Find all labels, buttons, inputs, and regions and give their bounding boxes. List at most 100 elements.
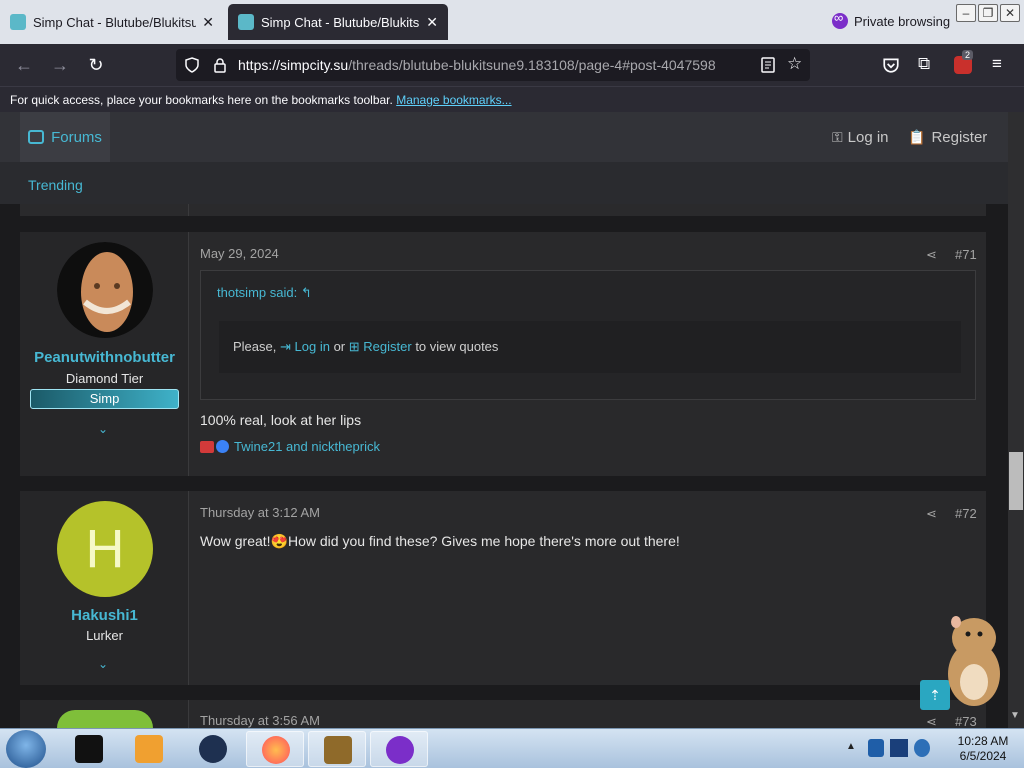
quote-content: Please, ⇥ Log in or ⊞ Register to view q… [219, 321, 961, 373]
post-72: H Hakushi1 Lurker ⌄ Thursday at 3:12 AM … [20, 491, 986, 685]
post-73: Thursday at 3:56 AM ⋖ #73 [20, 700, 986, 729]
user-avatar[interactable] [57, 242, 153, 338]
site-favicon-icon [238, 14, 254, 30]
forums-label: Forums [51, 128, 102, 146]
taskbar-app-media-player[interactable] [120, 731, 178, 767]
username[interactable]: Peanutwithnobutter [20, 349, 189, 366]
user-avatar[interactable] [57, 710, 153, 728]
tab-inactive[interactable]: Simp Chat - Blutube/Blukitsune ✕ [0, 4, 224, 40]
share-icon[interactable]: ⋖ [926, 247, 937, 263]
private-mask-icon [832, 10, 848, 29]
windows-taskbar: ▲ 10:28 AM 6/5/2024 [0, 728, 1024, 768]
share-icon[interactable]: ⋖ [926, 506, 937, 522]
tray-volume-icon[interactable] [914, 739, 930, 757]
reaction-100-icon [200, 440, 214, 453]
reactions-users[interactable]: Twine21 and nicktheprick [234, 439, 380, 454]
post-text: 100% real, look at her lips [200, 412, 362, 428]
post-71: Peanutwithnobutter Diamond Tier Simp ⌄ M… [20, 232, 986, 476]
post-number[interactable]: #73 [955, 714, 977, 729]
trending-link[interactable]: Trending [28, 177, 83, 193]
manage-bookmarks-link[interactable]: Manage bookmarks... [396, 93, 511, 107]
post-user-column: H Hakushi1 Lurker ⌄ [20, 491, 189, 685]
private-browsing-indicator: Private browsing [832, 10, 951, 29]
tab-active[interactable]: Simp Chat - Blutube/Blukitsune ✕ [228, 4, 448, 40]
site-header: Forums ⚿ Log in 📋 Register [0, 112, 1008, 162]
reactions-bar[interactable]: Twine21 and nicktheprick [200, 439, 380, 454]
sub-navigation: Trending [0, 162, 1008, 204]
register-button[interactable]: 📋 Register [908, 129, 987, 146]
taskbar-app-black-box[interactable] [60, 731, 118, 767]
register-label: Register [931, 129, 988, 146]
username[interactable]: Hakushi1 [20, 607, 189, 624]
quote-register-link[interactable]: ⊞ Register [349, 339, 412, 354]
extensions-puzzle-icon[interactable]: ⧉ [918, 54, 930, 74]
chevron-down-icon[interactable]: ⌄ [98, 422, 108, 436]
user-title: Lurker [86, 628, 123, 643]
page-scrollbar[interactable]: ▼ [1008, 112, 1024, 728]
key-icon: ⚿ [832, 129, 843, 145]
system-tray: ▲ 10:28 AM 6/5/2024 [838, 729, 1024, 768]
post-date[interactable]: May 29, 2024 [200, 246, 279, 261]
post-user-column: Peanutwithnobutter Diamond Tier Simp ⌄ [20, 232, 189, 476]
clipboard-icon: 📋 [908, 129, 926, 145]
close-tab-icon[interactable]: ✕ [426, 14, 438, 31]
forums-nav-tab[interactable]: Forums [20, 112, 110, 162]
post-number[interactable]: #71 [955, 247, 977, 262]
post-date[interactable]: Thursday at 3:12 AM [200, 505, 320, 520]
bookmarks-hint: For quick access, place your bookmarks h… [10, 93, 393, 107]
login-label: Log in [847, 129, 889, 146]
menu-hamburger-icon[interactable]: ≡ [992, 54, 1002, 74]
address-bar[interactable]: https://simpcity.su/threads/blutube-bluk… [176, 49, 810, 81]
previous-post-edge [20, 204, 986, 216]
back-arrow-icon[interactable]: ← [12, 53, 36, 77]
maximize-button[interactable]: ❐ [978, 4, 998, 22]
reader-view-icon[interactable] [760, 57, 776, 73]
taskbar-clock[interactable]: 10:28 AM 6/5/2024 [942, 734, 1024, 764]
extension-badge: 2 [962, 50, 974, 60]
start-orb-icon[interactable] [6, 730, 46, 768]
scrollbar-thumb[interactable] [1009, 452, 1023, 510]
post-date[interactable]: Thursday at 3:56 AM [200, 713, 320, 728]
minimize-button[interactable]: – [956, 4, 976, 22]
hamster-mascot-image [948, 616, 1000, 706]
quote-author[interactable]: thotsimp said: ↰ [217, 285, 312, 301]
login-button[interactable]: ⚿ Log in [832, 129, 889, 146]
user-avatar[interactable]: H [57, 501, 153, 597]
forward-arrow-icon[interactable]: → [48, 53, 72, 77]
tray-expand-icon[interactable]: ▲ [846, 741, 856, 752]
quote-login-link[interactable]: ⇥ Log in [280, 339, 330, 354]
tab-title: Simp Chat - Blutube/Blukitsune [33, 14, 197, 30]
bookmark-star-icon[interactable]: ☆ [787, 54, 803, 73]
browser-tab-bar: Simp Chat - Blutube/Blukitsune ✕ Simp Ch… [0, 0, 1024, 44]
pocket-icon[interactable] [882, 56, 900, 74]
chevron-down-icon[interactable]: ⌄ [98, 657, 108, 671]
taskbar-app-game-box[interactable] [308, 731, 366, 767]
quote-jump-icon[interactable]: ↰ [301, 285, 312, 300]
user-banner: Simp [30, 389, 179, 409]
site-favicon-icon [10, 14, 26, 30]
quote-block: thotsimp said: ↰ Please, ⇥ Log in or ⊞ R… [200, 270, 976, 400]
taskbar-app-private-firefox[interactable] [370, 731, 428, 767]
taskbar-app-globe[interactable] [184, 731, 242, 767]
url-text[interactable]: https://simpcity.su/threads/blutube-bluk… [238, 57, 716, 73]
private-browsing-label: Private browsing [854, 13, 951, 29]
close-window-button[interactable]: ✕ [1000, 4, 1020, 22]
navigation-toolbar: ← → ↻ https://simpcity.su/threads/blutub… [0, 44, 1024, 86]
clock-time: 10:28 AM [957, 734, 1009, 748]
post-number[interactable]: #72 [955, 506, 977, 521]
scroll-down-arrow-icon[interactable]: ▼ [1010, 710, 1020, 721]
post-text: Wow great!😍How did you find these? Gives… [200, 533, 680, 549]
taskbar-app-firefox[interactable] [246, 731, 304, 767]
tray-network-icon[interactable] [890, 739, 908, 757]
bookmarks-toolbar: For quick access, place your bookmarks h… [0, 86, 1024, 112]
reload-icon[interactable]: ↻ [84, 53, 108, 77]
post-user-column [20, 700, 189, 728]
lock-icon[interactable] [212, 57, 228, 73]
heart-eyes-emoji: 😍 [270, 533, 288, 549]
shield-icon[interactable] [184, 57, 200, 73]
close-tab-icon[interactable]: ✕ [202, 14, 214, 31]
forums-chat-icon [28, 130, 45, 144]
tray-shield-icon[interactable] [868, 739, 884, 757]
user-title: Diamond Tier [65, 371, 144, 386]
tab-title: Simp Chat - Blutube/Blukitsune [261, 14, 420, 30]
